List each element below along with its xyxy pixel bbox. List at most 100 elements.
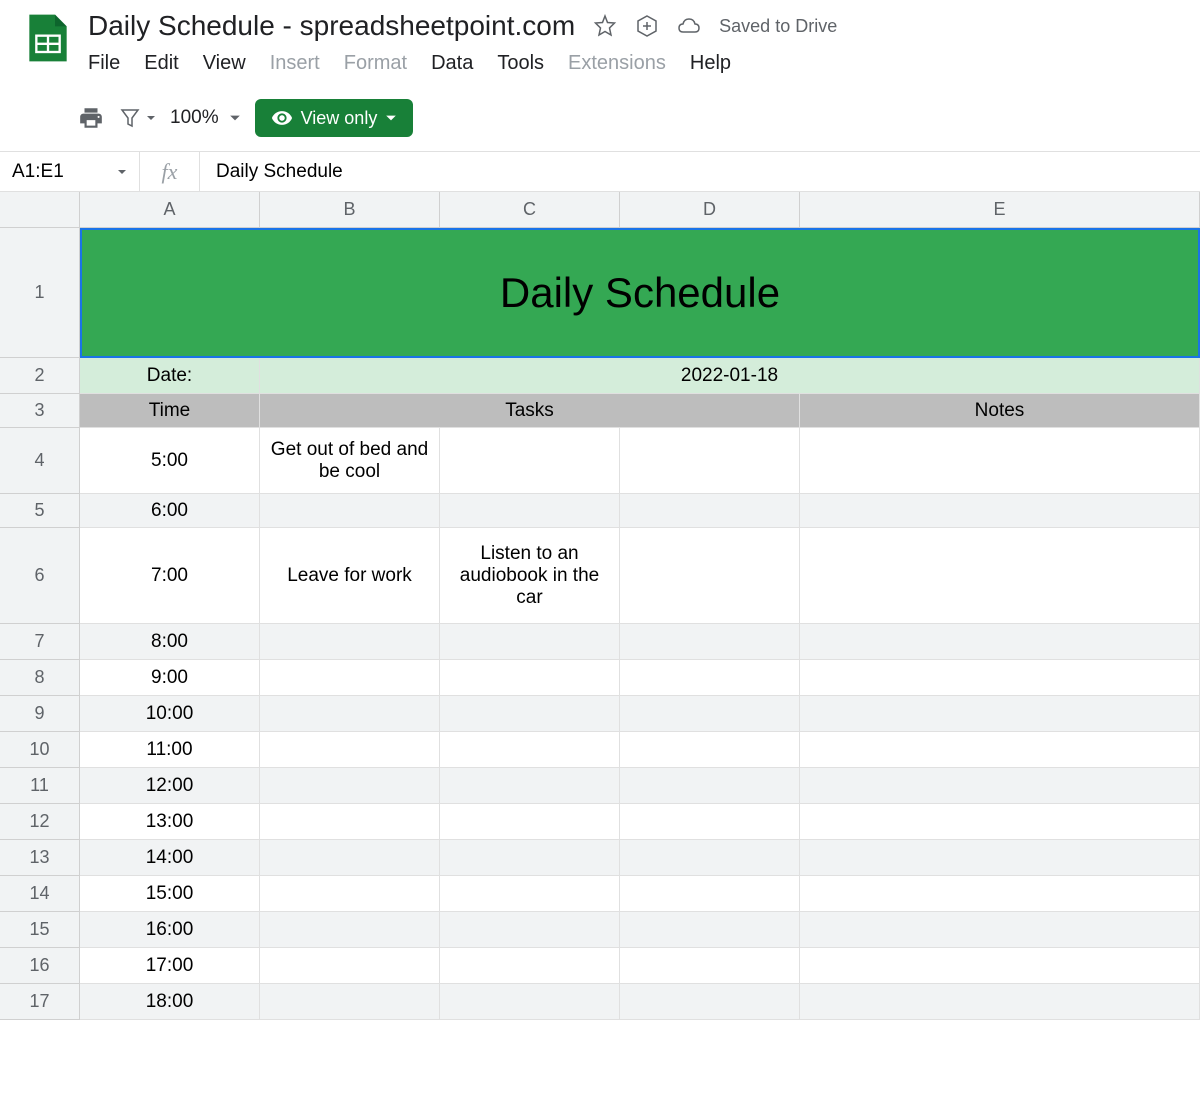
cell[interactable] (260, 912, 440, 948)
column-header[interactable]: B (260, 192, 440, 228)
cell[interactable] (440, 428, 620, 494)
cell[interactable] (440, 696, 620, 732)
cell[interactable] (800, 984, 1200, 1020)
cell[interactable] (620, 768, 800, 804)
menu-help[interactable]: Help (690, 52, 731, 75)
cell[interactable]: Listen to an audiobook in the car (440, 528, 620, 624)
cell[interactable] (260, 732, 440, 768)
cell[interactable]: 9:00 (80, 660, 260, 696)
cell[interactable] (260, 876, 440, 912)
cell[interactable]: 14:00 (80, 840, 260, 876)
menu-format[interactable]: Format (344, 52, 407, 75)
cell[interactable] (440, 840, 620, 876)
cell[interactable] (800, 768, 1200, 804)
filter-icon[interactable] (118, 106, 156, 130)
menu-file[interactable]: File (88, 52, 120, 75)
row-header[interactable]: 3 (0, 394, 80, 428)
cell[interactable] (800, 660, 1200, 696)
row-header[interactable]: 4 (0, 428, 80, 494)
menu-tools[interactable]: Tools (497, 52, 544, 75)
formula-input[interactable]: Daily Schedule (200, 161, 359, 183)
row-header[interactable]: 9 (0, 696, 80, 732)
cell[interactable] (620, 876, 800, 912)
cell[interactable] (440, 768, 620, 804)
row-header[interactable]: 1 (0, 228, 80, 358)
cell[interactable] (800, 912, 1200, 948)
cell[interactable] (260, 768, 440, 804)
cell[interactable] (620, 428, 800, 494)
cell[interactable] (620, 912, 800, 948)
cell[interactable] (440, 948, 620, 984)
print-icon[interactable] (78, 105, 104, 131)
cell[interactable]: 13:00 (80, 804, 260, 840)
cell[interactable] (620, 624, 800, 660)
date-label-cell[interactable]: Date: (80, 358, 260, 394)
cell[interactable] (260, 696, 440, 732)
cell[interactable]: 17:00 (80, 948, 260, 984)
cell[interactable] (800, 696, 1200, 732)
date-value-cell[interactable]: 2022-01-18 (260, 358, 1200, 394)
cell[interactable] (440, 624, 620, 660)
cell[interactable] (800, 948, 1200, 984)
row-header[interactable]: 7 (0, 624, 80, 660)
cell[interactable]: 18:00 (80, 984, 260, 1020)
cloud-saved-icon[interactable] (677, 14, 701, 38)
cell[interactable] (260, 984, 440, 1020)
cell[interactable] (620, 804, 800, 840)
cell-reference-input[interactable]: A1:E1 (0, 152, 140, 191)
cell[interactable] (800, 494, 1200, 528)
cell[interactable] (440, 494, 620, 528)
cell[interactable] (800, 732, 1200, 768)
cell[interactable] (260, 624, 440, 660)
cell[interactable]: 11:00 (80, 732, 260, 768)
cell[interactable]: 5:00 (80, 428, 260, 494)
cell[interactable] (440, 660, 620, 696)
row-header[interactable]: 11 (0, 768, 80, 804)
cell[interactable]: 15:00 (80, 876, 260, 912)
cell[interactable] (800, 428, 1200, 494)
menu-data[interactable]: Data (431, 52, 473, 75)
cell[interactable]: 12:00 (80, 768, 260, 804)
menu-extensions[interactable]: Extensions (568, 52, 666, 75)
tasks-header-cell[interactable]: Tasks (260, 394, 800, 428)
cell[interactable] (440, 804, 620, 840)
document-title[interactable]: Daily Schedule - spreadsheetpoint.com (88, 10, 575, 42)
cell[interactable] (260, 840, 440, 876)
menu-insert[interactable]: Insert (270, 52, 320, 75)
cell[interactable]: 7:00 (80, 528, 260, 624)
row-header[interactable]: 2 (0, 358, 80, 394)
cell[interactable]: 16:00 (80, 912, 260, 948)
star-icon[interactable] (593, 14, 617, 38)
cell[interactable] (800, 840, 1200, 876)
cell[interactable] (620, 660, 800, 696)
row-header[interactable]: 15 (0, 912, 80, 948)
select-all-corner[interactable] (0, 192, 80, 228)
row-header[interactable]: 13 (0, 840, 80, 876)
cell[interactable]: Get out of bed and be cool (260, 428, 440, 494)
zoom-selector[interactable]: 100% (170, 107, 241, 129)
cell[interactable] (440, 984, 620, 1020)
cell[interactable] (440, 732, 620, 768)
column-header[interactable]: D (620, 192, 800, 228)
row-header[interactable]: 5 (0, 494, 80, 528)
column-header[interactable]: C (440, 192, 620, 228)
row-header[interactable]: 16 (0, 948, 80, 984)
cell[interactable] (800, 624, 1200, 660)
row-header[interactable]: 14 (0, 876, 80, 912)
cell[interactable] (620, 948, 800, 984)
row-header[interactable]: 17 (0, 984, 80, 1020)
cell[interactable] (620, 840, 800, 876)
menu-edit[interactable]: Edit (144, 52, 178, 75)
cell[interactable] (260, 660, 440, 696)
notes-header-cell[interactable]: Notes (800, 394, 1200, 428)
cell[interactable] (440, 876, 620, 912)
cell[interactable] (260, 948, 440, 984)
cell[interactable] (620, 732, 800, 768)
cell[interactable] (620, 528, 800, 624)
cell[interactable] (260, 494, 440, 528)
cell[interactable] (800, 804, 1200, 840)
cell[interactable] (620, 696, 800, 732)
cell[interactable] (260, 804, 440, 840)
view-only-button[interactable]: View only (255, 99, 414, 137)
title-cell[interactable]: Daily Schedule (80, 228, 1200, 358)
